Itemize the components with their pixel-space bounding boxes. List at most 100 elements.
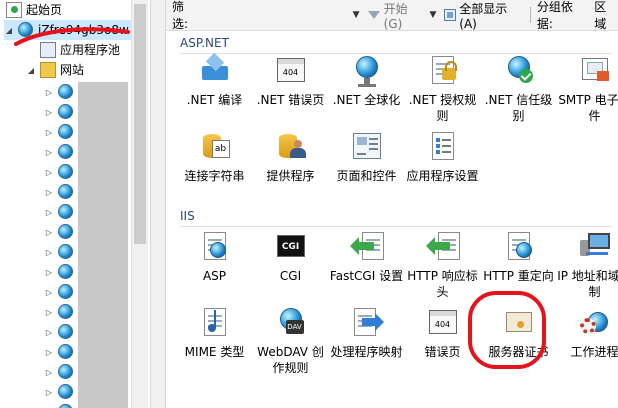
tree-item-site[interactable]: ▷ — [44, 222, 78, 242]
section-divider — [180, 226, 612, 227]
error-404-icon: 404 — [274, 54, 308, 88]
tree-item-start-page[interactable]: 起始页 — [6, 0, 62, 20]
group-by-value[interactable]: 区域 — [594, 0, 618, 32]
chevron-right-icon[interactable]: ▷ — [44, 308, 54, 317]
chevron-right-icon[interactable]: ▷ — [44, 128, 54, 137]
feature-tile[interactable]: 提供程序 — [252, 130, 329, 184]
redacted-site-names — [78, 82, 128, 408]
feature-tile[interactable]: 页面和控件 — [328, 130, 405, 184]
tree-scrollbar[interactable] — [131, 0, 148, 408]
chevron-right-icon[interactable]: ▷ — [44, 148, 54, 157]
chevron-right-icon[interactable]: ▷ — [44, 328, 54, 337]
feature-tile[interactable]: 应用程序设置 — [404, 130, 481, 184]
mail-icon — [578, 54, 612, 88]
chevron-right-icon[interactable]: ▷ — [44, 208, 54, 217]
feature-label: CGI — [279, 269, 302, 283]
tree-item-site[interactable]: ▷ — [44, 262, 78, 282]
chevron-right-icon[interactable]: ▷ — [44, 108, 54, 117]
tree-item-site[interactable]: ▷ — [44, 242, 78, 262]
chevron-right-icon[interactable]: ▷ — [44, 288, 54, 297]
site-globe-icon — [58, 84, 74, 100]
pane-splitter[interactable] — [150, 0, 166, 408]
chevron-right-icon[interactable]: ▷ — [44, 388, 54, 397]
asp-icon — [198, 230, 232, 264]
feature-label: 页面和控件 — [336, 169, 397, 183]
site-globe-icon — [58, 104, 74, 120]
chevron-right-icon[interactable]: ▷ — [44, 248, 54, 257]
feature-label: 应用程序设置 — [406, 169, 479, 183]
chevron-down-icon[interactable]: ▼ — [430, 10, 437, 20]
chevron-right-icon[interactable]: ▷ — [44, 228, 54, 237]
tree-item-site[interactable]: ▷ — [44, 322, 78, 342]
feature-label: .NET 信任级别 — [484, 93, 553, 123]
section-title-aspnet: ASP.NET — [180, 36, 229, 50]
tree-item-site[interactable]: ▷ — [44, 182, 78, 202]
tree-label-sites: 网站 — [60, 63, 85, 77]
filter-input[interactable]: ▼ — [208, 5, 364, 25]
chevron-right-icon[interactable]: ▷ — [44, 368, 54, 377]
feature-tile[interactable]: FastCGI 设置 — [328, 230, 405, 284]
feature-tile[interactable]: IP 地址和域限制 — [556, 230, 618, 300]
tree-item-site[interactable]: ▷ — [44, 382, 78, 402]
feature-label: 处理程序映射 — [330, 345, 403, 359]
show-all-button[interactable]: 全部显示(A) — [444, 0, 524, 31]
site-globe-icon — [58, 304, 74, 320]
feature-tile[interactable]: HTTP 重定向 — [480, 230, 557, 284]
tree-item-sites[interactable]: ◢ 网站 — [26, 60, 84, 80]
boxes-icon — [198, 54, 232, 88]
feature-tile[interactable]: CGI CGI — [252, 230, 329, 284]
tree-item-site[interactable]: ▷ — [44, 362, 78, 382]
chevron-right-icon[interactable]: ▷ — [44, 88, 54, 97]
start-filter-button[interactable]: 开始(G) — [367, 0, 426, 31]
site-globe-icon — [58, 164, 74, 180]
feature-tile[interactable]: MIME 类型 — [176, 306, 253, 360]
tree-item-site[interactable]: ▷ — [44, 402, 78, 408]
webdav-icon: DAV — [274, 306, 308, 340]
tree-item-site[interactable]: ▷ — [44, 142, 78, 162]
feature-tile[interactable]: SMTP 电子邮件 — [556, 54, 618, 124]
feature-label: .NET 错误页 — [256, 93, 325, 107]
feature-tile[interactable]: HTTP 响应标头 — [404, 230, 481, 300]
feature-tile[interactable]: 处理程序映射 — [328, 306, 405, 360]
chevron-down-icon[interactable]: ◢ — [26, 66, 36, 75]
tree-item-site[interactable]: ▷ — [44, 342, 78, 362]
tree-item-site[interactable]: ▷ — [44, 82, 78, 102]
chevron-right-icon[interactable]: ▷ — [44, 168, 54, 177]
feature-label: 连接字符串 — [184, 169, 245, 183]
section-header-iis[interactable]: IIS — [166, 209, 618, 227]
group-by-label: 分组依据: — [536, 0, 573, 31]
tree-item-site[interactable]: ▷ — [44, 122, 78, 142]
mime-icon — [198, 306, 232, 340]
worker-process-icon — [578, 306, 612, 340]
feature-tile[interactable]: .NET 信任级别 — [480, 54, 557, 124]
feature-label: SMTP 电子邮件 — [558, 93, 618, 123]
feature-label: IP 地址和域限制 — [557, 269, 618, 299]
tree-item-site[interactable]: ▷ — [44, 162, 78, 182]
chevron-down-icon[interactable]: ▼ — [353, 10, 360, 20]
tree-item-site[interactable]: ▷ — [44, 302, 78, 322]
tree-item-site[interactable]: ▷ — [44, 282, 78, 302]
feature-tile[interactable]: .NET 编译 — [176, 54, 253, 108]
feature-tile[interactable]: ASP — [176, 230, 253, 284]
feature-tile[interactable]: ab 连接字符串 — [176, 130, 253, 184]
chevron-right-icon[interactable]: ▷ — [44, 348, 54, 357]
sites-folder-icon — [40, 62, 56, 78]
globe-icon — [350, 54, 384, 88]
feature-tile[interactable]: DAV WebDAV 创作规则 — [252, 306, 329, 376]
feature-label: MIME 类型 — [184, 345, 245, 359]
tree-item-site[interactable]: ▷ — [44, 102, 78, 122]
feature-tile[interactable]: 工作进程 — [556, 306, 618, 360]
chevron-right-icon[interactable]: ▷ — [44, 268, 54, 277]
feature-tile[interactable]: .NET 全球化 — [328, 54, 405, 108]
section-header-aspnet[interactable]: ASP.NET — [166, 36, 618, 54]
ip-restrictions-icon — [578, 230, 612, 264]
tree-item-site[interactable]: ▷ — [44, 202, 78, 222]
http-redirect-icon — [502, 230, 536, 264]
chevron-right-icon[interactable]: ▷ — [44, 188, 54, 197]
tree-scrollbar-thumb[interactable] — [134, 4, 146, 244]
trust-icon — [502, 54, 536, 88]
tree-label-start-page: 起始页 — [26, 3, 63, 17]
feature-tile[interactable]: .NET 授权规则 — [404, 54, 481, 124]
feature-label: .NET 授权规则 — [408, 93, 477, 123]
feature-tile[interactable]: 404 .NET 错误页 — [252, 54, 329, 108]
